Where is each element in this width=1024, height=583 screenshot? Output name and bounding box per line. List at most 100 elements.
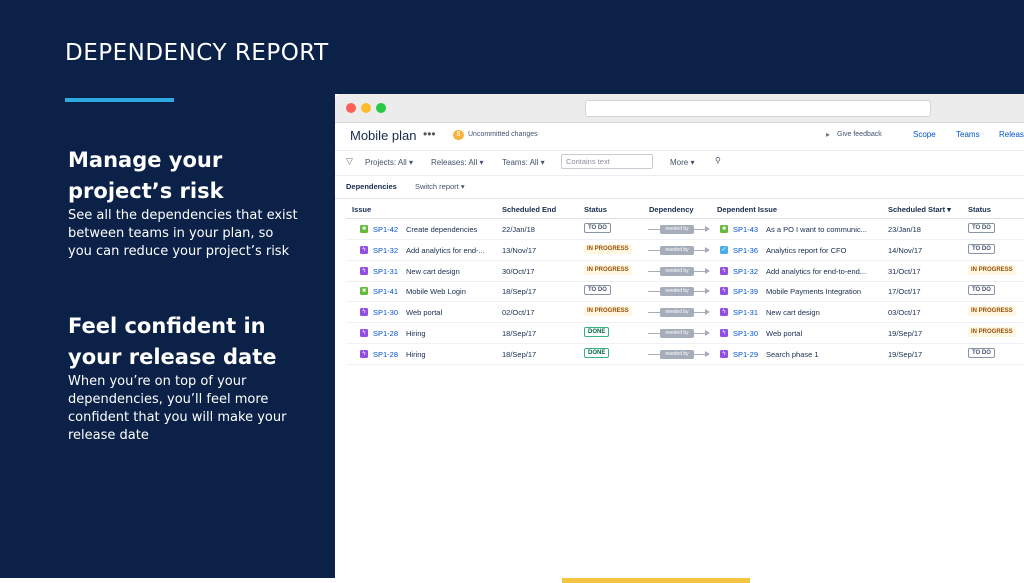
projects-filter[interactable]: Projects: All ▾ — [365, 158, 413, 167]
issue-summary[interactable]: Create dependencies — [406, 225, 496, 234]
status-lozenge: TO DO — [584, 285, 611, 296]
dependent-status-lozenge: IN PROGRESS — [968, 264, 1016, 275]
app-window: Mobile plan ••• 8 Uncommitted changes ▸ … — [335, 94, 1024, 578]
issue-key-link[interactable]: SP1-41 — [373, 287, 398, 296]
nav-scope[interactable]: Scope — [913, 130, 936, 139]
filter-icon: ▽ — [346, 156, 353, 166]
give-feedback-button[interactable]: Give feedback — [837, 131, 882, 138]
url-bar[interactable] — [585, 100, 931, 117]
issue-summary[interactable]: Hiring — [406, 329, 496, 338]
scheduled-start: 19/Sep/17 — [888, 349, 923, 359]
uncommitted-changes-link[interactable]: Uncommitted changes — [468, 131, 538, 138]
dependency-connector[interactable]: needed by — [648, 225, 710, 234]
issue-key-link[interactable]: SP1-28 — [373, 350, 398, 359]
more-filters-button[interactable]: More ▾ — [670, 158, 694, 167]
tab-dependencies[interactable]: Dependencies — [346, 182, 397, 191]
scheduled-start: 19/Sep/17 — [888, 329, 923, 338]
task-type-icon: ✓ — [720, 245, 728, 254]
table-row[interactable]: ■ SP1-41 Mobile Web Login 18/Sep/17 TO DO nee… — [335, 281, 1024, 303]
dependent-issue-summary[interactable]: Search phase 1 — [766, 350, 883, 359]
dependent-status-lozenge: IN PROGRESS — [968, 306, 1016, 317]
table-row[interactable]: ϟ SP1-31 New cart design 30/Oct/17 IN PROGRE… — [335, 261, 1024, 282]
column-header-status[interactable]: Status — [584, 205, 607, 214]
dependent-issue-key-link[interactable]: SP1-43 — [733, 225, 758, 234]
arrow-right-icon — [705, 226, 710, 232]
section2-heading: Feel confident in your release date — [68, 314, 277, 369]
dependent-issue-key-link[interactable]: SP1-30 — [733, 329, 758, 338]
issue-key-link[interactable]: SP1-30 — [373, 308, 398, 317]
dependent-issue-key-link[interactable]: SP1-29 — [733, 350, 758, 359]
column-header-scheduled-end[interactable]: Scheduled End — [502, 205, 556, 214]
megaphone-icon: ▸ — [826, 130, 831, 139]
nav-releases[interactable]: Releases — [999, 130, 1024, 139]
dependent-issue-summary[interactable]: As a PO I want to communic... — [766, 225, 883, 234]
status-lozenge: IN PROGRESS — [584, 306, 632, 317]
dependent-issue-key-link[interactable]: SP1-39 — [733, 287, 758, 296]
search-icon[interactable]: ⚲ — [715, 156, 721, 165]
contains-text-input[interactable] — [561, 154, 653, 169]
nav-teams[interactable]: Teams — [956, 130, 980, 139]
slide-left-panel — [0, 0, 335, 578]
needed-by-label: needed by — [660, 308, 694, 318]
issue-summary[interactable]: Hiring — [406, 350, 496, 359]
arrow-right-icon — [705, 330, 710, 336]
dependency-connector[interactable]: needed by — [648, 245, 710, 255]
dependency-connector[interactable]: needed by — [648, 349, 710, 359]
uncommitted-count-badge[interactable]: 8 — [453, 130, 464, 140]
slide-top-background — [335, 0, 1024, 94]
issue-summary[interactable]: Web portal — [406, 308, 496, 317]
teams-filter[interactable]: Teams: All ▾ — [502, 158, 545, 167]
column-header-dependent-issue[interactable]: Dependent Issue — [717, 205, 777, 214]
maximize-window-button[interactable] — [376, 103, 386, 113]
switch-report-dropdown[interactable]: Switch report ▾ — [415, 182, 465, 191]
table-row[interactable]: ■ SP1-42 Create dependencies 22/Jan/18 TO DO… — [335, 219, 1024, 240]
column-header-dependent-status[interactable]: Status — [968, 205, 991, 214]
issue-key-link[interactable]: SP1-42 — [373, 225, 398, 234]
plan-title: Mobile plan — [350, 128, 417, 143]
epic-type-icon: ϟ — [360, 349, 368, 358]
column-header-issue[interactable]: Issue — [352, 205, 371, 214]
report-tabs: Dependencies Switch report ▾ — [335, 174, 1024, 199]
status-lozenge: TO DO — [584, 223, 611, 233]
epic-type-icon: ϟ — [720, 266, 728, 275]
section2-body: When you’re on top of your dependencies,… — [68, 374, 287, 443]
dependent-issue-key-link[interactable]: SP1-31 — [733, 308, 758, 317]
more-options-button[interactable]: ••• — [423, 127, 436, 141]
dependency-connector[interactable]: needed by — [648, 266, 710, 276]
filter-bar: ▽ Projects: All ▾ Releases: All ▾ Teams:… — [335, 150, 1024, 176]
dependent-issue-key-link[interactable]: SP1-36 — [733, 246, 758, 255]
epic-type-icon: ϟ — [720, 349, 728, 358]
needed-by-label: needed by — [660, 225, 694, 234]
dependent-issue-summary[interactable]: Mobile Payments Integration — [766, 287, 883, 296]
releases-filter[interactable]: Releases: All ▾ — [431, 158, 483, 167]
column-header-dependency[interactable]: Dependency — [649, 205, 694, 214]
issue-key-link[interactable]: SP1-32 — [373, 246, 398, 255]
issue-key-link[interactable]: SP1-28 — [373, 329, 398, 338]
issue-summary[interactable]: Mobile Web Login — [406, 287, 496, 296]
epic-type-icon: ϟ — [720, 308, 728, 317]
table-row[interactable]: ϟ SP1-28 Hiring 18/Sep/17 DONE needed by ϟ SP1-… — [335, 323, 1024, 344]
dependent-status-lozenge: TO DO — [968, 285, 995, 296]
minimize-window-button[interactable] — [361, 103, 371, 113]
dependency-connector[interactable]: needed by — [648, 329, 710, 338]
table-row[interactable]: ϟ SP1-32 Add analytics for end-... 13/Nov/1… — [335, 240, 1024, 261]
table-row[interactable]: ϟ SP1-28 Hiring 18/Sep/17 DONE needed by ϟ SP1-… — [335, 344, 1024, 365]
dependency-connector[interactable]: needed by — [648, 308, 710, 318]
dependent-issue-summary[interactable]: Analytics report for CFO — [766, 246, 883, 255]
issue-summary[interactable]: Add analytics for end-... — [406, 246, 496, 255]
dependent-issue-summary[interactable]: Web portal — [766, 329, 883, 338]
issue-summary[interactable]: New cart design — [406, 267, 496, 276]
arrow-right-icon — [705, 288, 710, 295]
scheduled-end: 02/Oct/17 — [502, 308, 535, 318]
dependent-issue-summary[interactable]: New cart design — [766, 308, 883, 317]
story-type-icon: ■ — [360, 225, 368, 233]
issue-key-link[interactable]: SP1-31 — [373, 267, 398, 276]
dependency-connector[interactable]: needed by — [648, 287, 710, 297]
table-row[interactable]: ϟ SP1-30 Web portal 02/Oct/17 IN PROGRESS nee… — [335, 302, 1024, 324]
close-window-button[interactable] — [346, 103, 356, 113]
row-divider — [346, 363, 1024, 365]
dependent-issue-summary[interactable]: Add analytics for end-to-end... — [766, 267, 883, 276]
column-header-scheduled-start[interactable]: Scheduled Start ▾ — [888, 205, 951, 214]
dependent-issue-key-link[interactable]: SP1-32 — [733, 267, 758, 276]
story-type-icon: ■ — [360, 287, 368, 296]
